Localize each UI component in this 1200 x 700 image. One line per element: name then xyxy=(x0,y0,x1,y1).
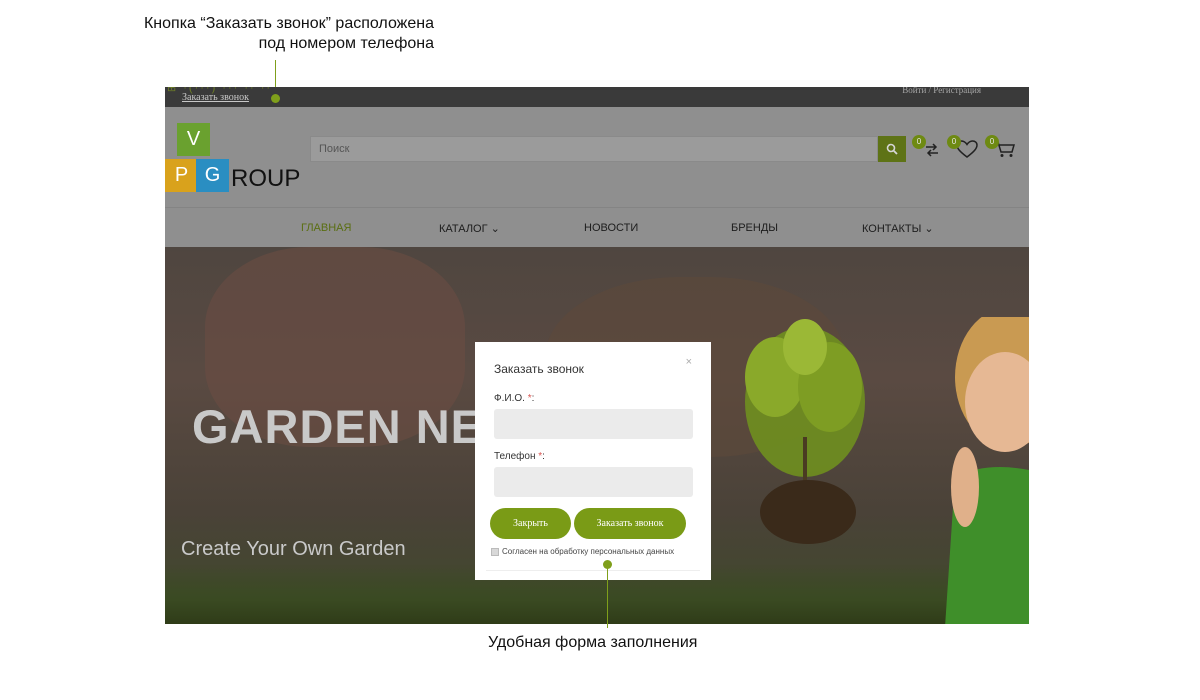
favorites-button[interactable]: 0 xyxy=(947,135,981,161)
label-colon: : xyxy=(542,451,545,462)
nav-item-catalog-label: КАТАЛОГ xyxy=(439,223,488,235)
consent-label: Согласен на обработку персональных данны… xyxy=(502,547,675,556)
annotation-top-line1: Кнопка “Заказать звонок” расположена xyxy=(143,15,434,32)
main-navigation: ГЛАВНАЯ КАТАЛОГ ⌄ НОВОСТИ БРЕНДЫ КОНТАКТ… xyxy=(165,207,1029,247)
chevron-down-icon: ⌄ xyxy=(487,223,500,235)
name-field-label: Ф.И.О. *: xyxy=(494,393,534,404)
modal-divider xyxy=(486,570,700,571)
order-call-button[interactable]: Заказать звонок xyxy=(574,508,686,539)
annotation-bottom: Удобная форма заполнения xyxy=(488,634,698,651)
annotation-bottom-dot xyxy=(603,560,612,569)
compare-count-badge: 0 xyxy=(912,135,926,149)
phone-label-text: Телефон xyxy=(494,451,539,462)
order-call-link[interactable]: Заказать звонок xyxy=(182,92,249,103)
favorites-count-badge: 0 xyxy=(947,135,961,149)
nav-item-brands[interactable]: БРЕНДЫ xyxy=(731,222,778,234)
name-label-text: Ф.И.О. xyxy=(494,393,528,404)
nav-item-home[interactable]: ГЛАВНАЯ xyxy=(301,222,351,234)
name-input[interactable] xyxy=(494,409,693,439)
search-box xyxy=(310,136,878,162)
nav-item-catalog[interactable]: КАТАЛОГ ⌄ xyxy=(439,222,500,235)
annotation-top-dot xyxy=(271,94,280,103)
cart-button[interactable]: 0 xyxy=(985,135,1019,161)
annotation-bottom-pointer-line xyxy=(607,566,608,628)
consent-checkbox[interactable] xyxy=(491,547,499,556)
logo-letter-v: V xyxy=(177,123,210,156)
compare-button[interactable]: 0 xyxy=(912,135,946,161)
site-header: V P G ROUP 0 0 0 xyxy=(165,107,1029,207)
search-icon xyxy=(886,143,898,155)
logo-text: ROUP xyxy=(231,165,301,192)
nav-item-contacts-label: КОНТАКТЫ xyxy=(862,223,922,235)
plant-illustration xyxy=(745,319,865,544)
consent-checkbox-row[interactable]: Согласен на обработку персональных данны… xyxy=(491,547,674,556)
label-colon: : xyxy=(531,393,535,404)
phone-field-label: Телефон *: xyxy=(494,451,545,462)
nav-item-contacts[interactable]: КОНТАКТЫ ⌄ xyxy=(862,222,934,235)
order-call-modal: Заказать звонок × Ф.И.О. *: Телефон *: З… xyxy=(475,342,711,580)
phone-input[interactable] xyxy=(494,467,693,497)
top-bar: ⊞ ·(···) ··· ·· ·· Заказать звонок Войти… xyxy=(165,87,1029,107)
search-button[interactable] xyxy=(878,136,906,162)
woman-photo xyxy=(945,317,1029,624)
site-logo[interactable]: V P G ROUP xyxy=(165,123,300,193)
logo-letter-p: P xyxy=(165,159,198,192)
login-register-link[interactable]: Войти / Регистрация xyxy=(902,87,981,95)
close-icon[interactable]: × xyxy=(686,356,692,368)
hero-subtitle: Create Your Own Garden xyxy=(181,538,406,560)
annotation-top-line2: под номером телефона xyxy=(258,35,434,52)
cart-count-badge: 0 xyxy=(985,135,999,149)
logo-letter-g: G xyxy=(196,159,229,192)
nav-item-news[interactable]: НОВОСТИ xyxy=(584,222,638,234)
modal-title: Заказать звонок xyxy=(494,362,584,376)
chevron-down-icon: ⌄ xyxy=(921,223,934,235)
annotation-top: Кнопка “Заказать звонок” расположена под… xyxy=(60,14,434,54)
search-input[interactable] xyxy=(311,137,877,161)
close-button[interactable]: Закрыть xyxy=(490,508,571,539)
